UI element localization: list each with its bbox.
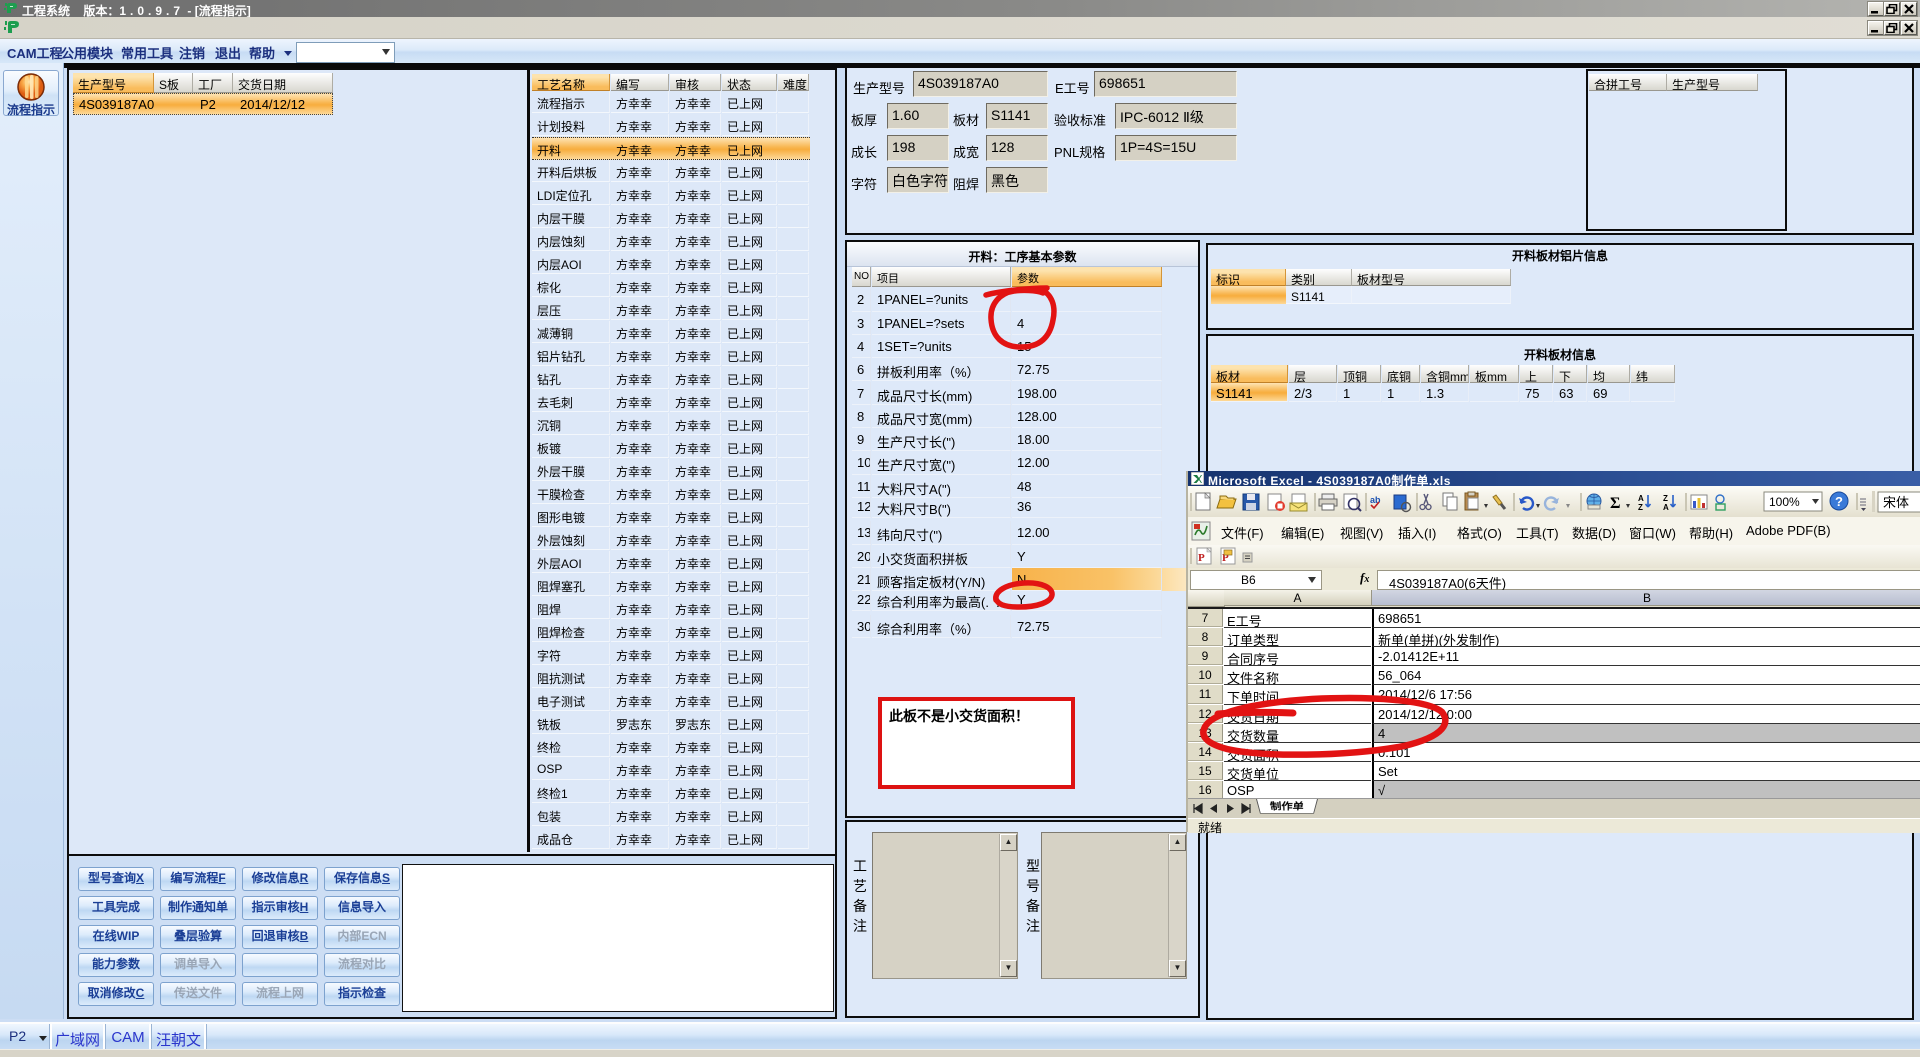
svg-text:P: P: [1198, 552, 1205, 564]
svg-text:?: ?: [1835, 494, 1843, 509]
svg-text:A: A: [1638, 494, 1644, 503]
svg-text:Σ: Σ: [1610, 495, 1620, 512]
svg-text:宋体: 宋体: [1883, 495, 1909, 510]
svg-text:ab: ab: [1370, 495, 1381, 505]
svg-text:Z: Z: [1663, 494, 1668, 503]
svg-text:A: A: [1663, 503, 1669, 512]
svg-text:100%: 100%: [1769, 495, 1800, 509]
svg-text:Z: Z: [1638, 503, 1643, 512]
